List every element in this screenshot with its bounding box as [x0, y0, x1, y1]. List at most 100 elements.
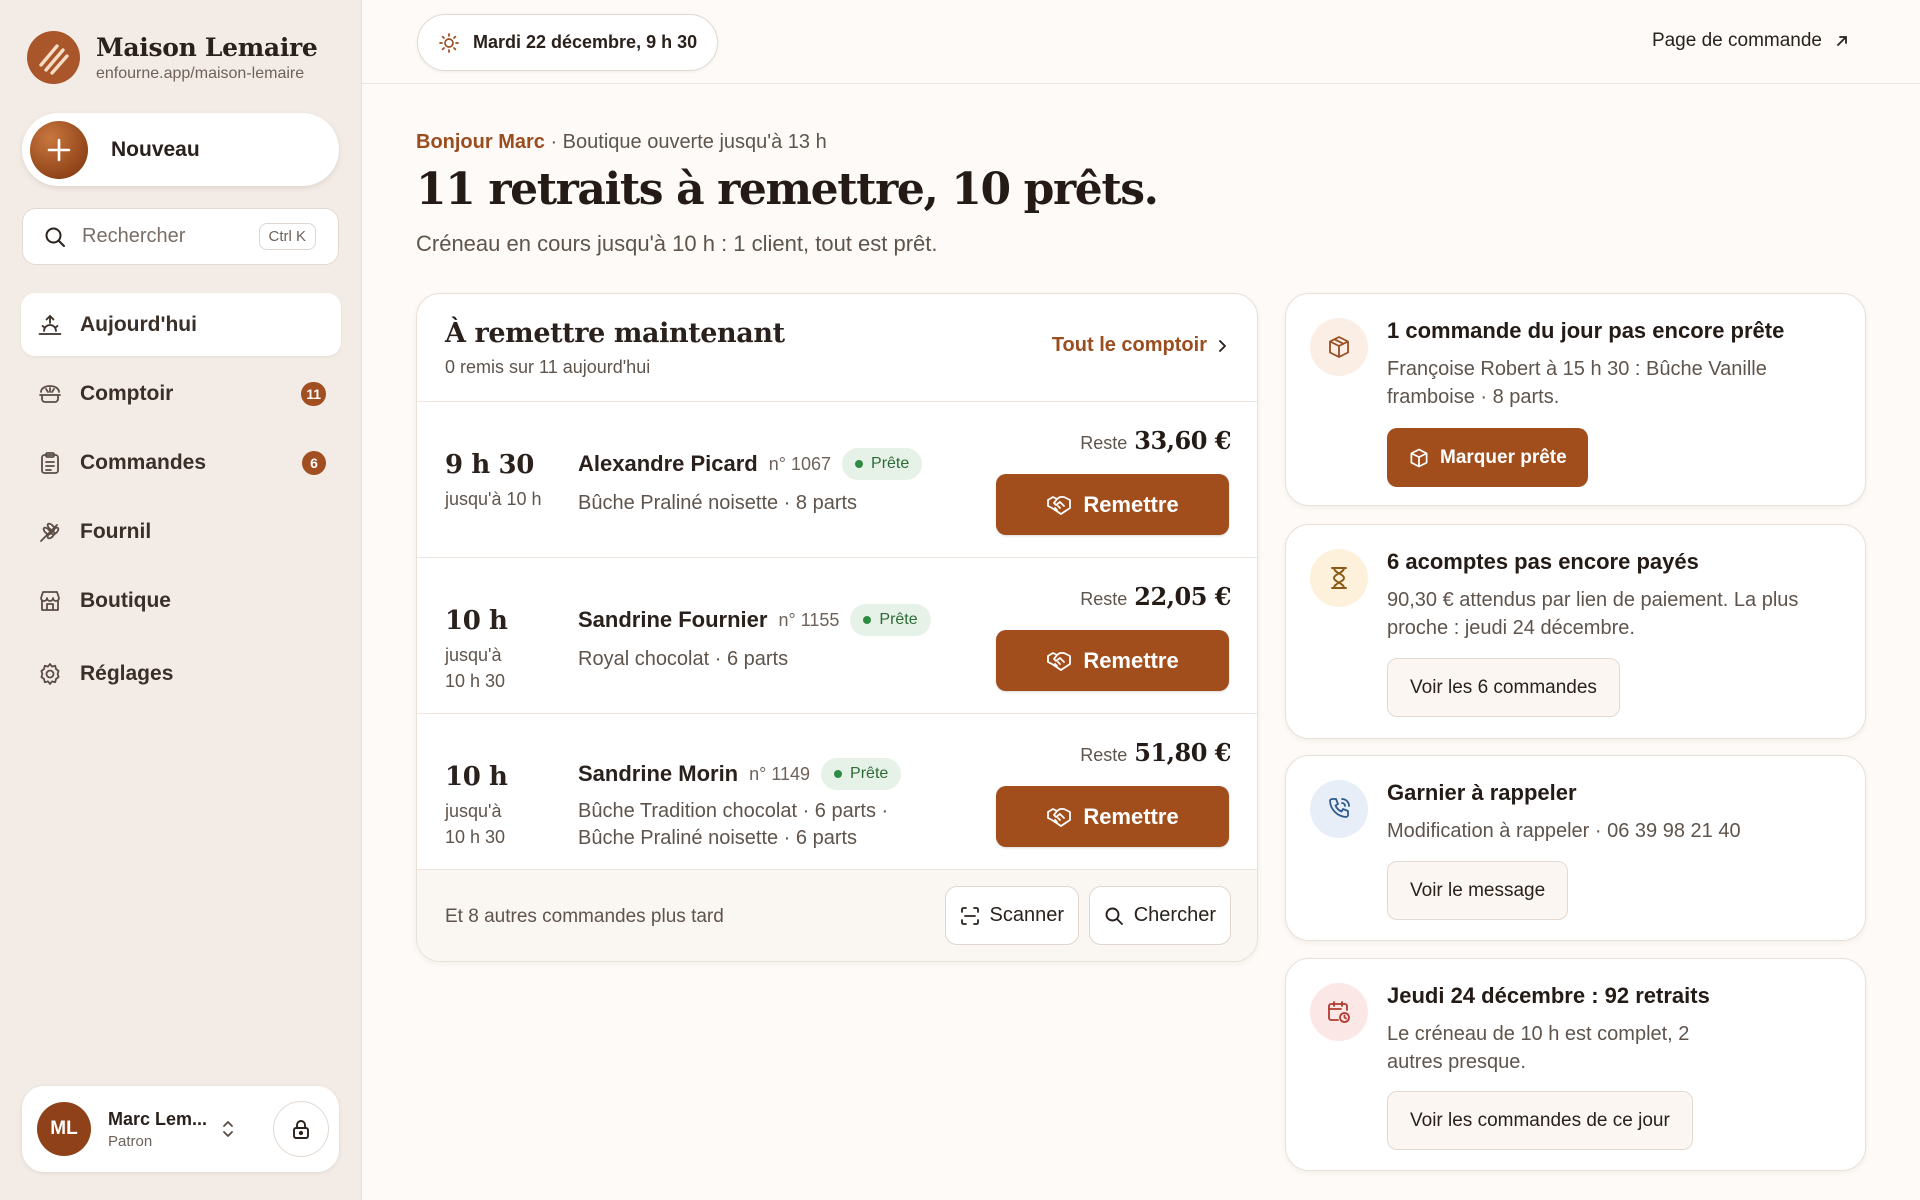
page-title: 11 retraits à remettre, 10 prêts. [416, 164, 1159, 215]
brand[interactable]: Maison Lemaire enfourne.app/maison-lemai… [27, 31, 318, 84]
handover-button[interactable]: Remettre [996, 474, 1229, 535]
handshake-icon [1047, 495, 1072, 515]
search-placeholder: Rechercher [82, 225, 186, 247]
alert-card-not-ready: 1 commande du jour pas encore prête Fran… [1285, 293, 1866, 506]
sidebar-item-label: Boutique [80, 588, 171, 612]
mark-ready-label: Marquer prête [1440, 446, 1567, 468]
alert-card-callback: Garnier à rappeler Modification à rappel… [1285, 755, 1866, 941]
count-badge: 6 [302, 450, 326, 475]
sidebar-item-reglages[interactable]: Réglages [21, 642, 341, 705]
current-date: Mardi 22 décembre, 9 h 30 [473, 32, 698, 52]
status-label: Prête [879, 611, 918, 628]
alert-text: Modification à rappeler · 06 39 98 21 40 [1387, 820, 1741, 842]
sun-icon [439, 32, 459, 53]
find-button[interactable]: Chercher [1088, 886, 1231, 945]
lock-button[interactable] [273, 1101, 329, 1157]
pickup-until: jusqu'à 10 h 30 [445, 645, 506, 691]
order-number: n° 1149 [749, 763, 811, 784]
alert-title: Jeudi 24 décembre : 92 retraits [1387, 983, 1710, 1008]
user-name: Marc Lem... [108, 1108, 208, 1129]
order-row[interactable]: 9 h 30 jusqu'à 10 h Alexandre Picard n° … [417, 402, 1257, 558]
sunrise-icon [38, 314, 62, 335]
brand-logo-icon [27, 31, 80, 84]
view-message-label: Voir le message [1410, 879, 1546, 901]
status-dot-icon [834, 770, 843, 778]
remaining-amount: Reste 33,60 € [1080, 426, 1231, 455]
remaining-amount: Reste 51,80 € [1080, 738, 1231, 767]
handover-card: À remettre maintenant 0 remis sur 11 auj… [416, 293, 1258, 962]
order-row[interactable]: 10 h jusqu'à 10 h 30 Sandrine Fournier n… [417, 558, 1257, 714]
status-label: Prête [871, 455, 910, 472]
pickup-until: jusqu'à 10 h [445, 489, 542, 509]
order-page-link[interactable]: Page de commande [1652, 30, 1850, 52]
plus-icon [30, 120, 88, 179]
greeting: Bonjour Marc · Boutique ouverte jusqu'à … [416, 131, 827, 154]
sidebar-nav: Aujourd'hui Comptoir 11 Commandes 6 Four… [21, 293, 341, 711]
handover-button[interactable]: Remettre [996, 630, 1229, 691]
search-input[interactable]: Rechercher Ctrl K [22, 208, 339, 265]
remaining-value: 33,60 € [1134, 426, 1231, 455]
handover-button-label: Remettre [1083, 803, 1179, 829]
sidebar-item-label: Comptoir [80, 381, 174, 405]
external-link-icon [1837, 36, 1847, 46]
alert-title: 1 commande du jour pas encore prête [1387, 318, 1785, 343]
greeting-status: · Boutique ouverte jusqu'à 13 h [544, 131, 827, 153]
all-counter-link[interactable]: Tout le comptoir [1052, 334, 1227, 357]
scan-button-label: Scanner [989, 904, 1065, 926]
lock-icon [293, 1120, 309, 1139]
user-menu[interactable]: ML Marc Lem... Patron [22, 1086, 339, 1172]
scan-button[interactable]: Scanner [944, 886, 1079, 945]
sidebar-item-boutique[interactable]: Boutique [21, 569, 341, 632]
box-icon [1310, 318, 1368, 376]
remaining-label: Reste [1080, 745, 1128, 765]
view-message-button[interactable]: Voir le message [1387, 861, 1569, 920]
sidebar: Maison Lemaire enfourne.app/maison-lemai… [0, 0, 362, 1200]
find-button-label: Chercher [1133, 904, 1216, 926]
view-orders-label: Voir les 6 commandes [1410, 676, 1597, 698]
order-page-link-label: Page de commande [1651, 30, 1822, 51]
sidebar-item-comptoir[interactable]: Comptoir 11 [21, 362, 341, 425]
page-subtitle: Créneau en cours jusqu'à 10 h : 1 client… [416, 231, 938, 256]
alert-title: Garnier à rappeler [1387, 780, 1577, 805]
alert-title: 6 acomptes pas encore payés [1387, 549, 1699, 574]
order-row[interactable]: 10 h jusqu'à 10 h 30 Sandrine Morin n° 1… [417, 714, 1257, 870]
order-number: n° 1067 [768, 453, 832, 474]
pickup-time: 10 h [445, 762, 508, 792]
topbar: Mardi 22 décembre, 9 h 30 Page de comman… [362, 0, 1920, 84]
brand-url: enfourne.app/maison-lemaire [96, 64, 305, 82]
sidebar-item-fournil[interactable]: Fournil [21, 500, 341, 563]
box-icon [1410, 448, 1428, 467]
status-dot-icon [855, 460, 864, 468]
alert-text: 90,30 € attendus par lien de paiement. L… [1387, 589, 1799, 639]
new-button[interactable]: Nouveau [22, 113, 339, 186]
all-counter-link-label: Tout le comptoir [1051, 334, 1207, 356]
new-button-label: Nouveau [111, 137, 200, 161]
card-subtitle: 0 remis sur 11 aujourd'hui [445, 357, 651, 377]
sidebar-item-label: Aujourd'hui [80, 312, 197, 336]
gear-icon [40, 662, 60, 685]
remaining-value: 22,05 € [1134, 582, 1231, 611]
customer-name: Sandrine Fournier [578, 607, 768, 632]
count-badge: 11 [301, 381, 326, 406]
order-items: Bûche Praliné noisette · 8 parts [578, 492, 858, 514]
pickup-time: 10 h [445, 606, 508, 636]
handover-button[interactable]: Remettre [996, 786, 1229, 847]
chevron-up-down-icon [223, 1121, 233, 1137]
status-badge: Prête [842, 448, 923, 480]
sidebar-item-label: Commandes [80, 450, 207, 474]
view-day-orders-button[interactable]: Voir les commandes de ce jour [1387, 1091, 1693, 1150]
remaining-label: Reste [1080, 433, 1128, 453]
order-items: Royal chocolat · 6 parts [578, 648, 789, 670]
date-selector[interactable]: Mardi 22 décembre, 9 h 30 [417, 14, 719, 71]
calendar-clock-icon [1310, 983, 1368, 1041]
sidebar-item-label: Réglages [80, 661, 174, 685]
sidebar-item-aujourdhui[interactable]: Aujourd'hui [21, 293, 341, 356]
sidebar-item-commandes[interactable]: Commandes 6 [21, 431, 341, 494]
mark-ready-button[interactable]: Marquer prête [1387, 428, 1588, 487]
card-footer: Et 8 autres commandes plus tard Scanner … [417, 870, 1257, 961]
view-orders-button[interactable]: Voir les 6 commandes [1387, 658, 1620, 717]
wheat-icon [40, 522, 60, 542]
sidebar-item-label: Fournil [80, 519, 152, 543]
more-orders-text: Et 8 autres commandes plus tard [445, 906, 724, 927]
handover-button-label: Remettre [1083, 647, 1179, 673]
